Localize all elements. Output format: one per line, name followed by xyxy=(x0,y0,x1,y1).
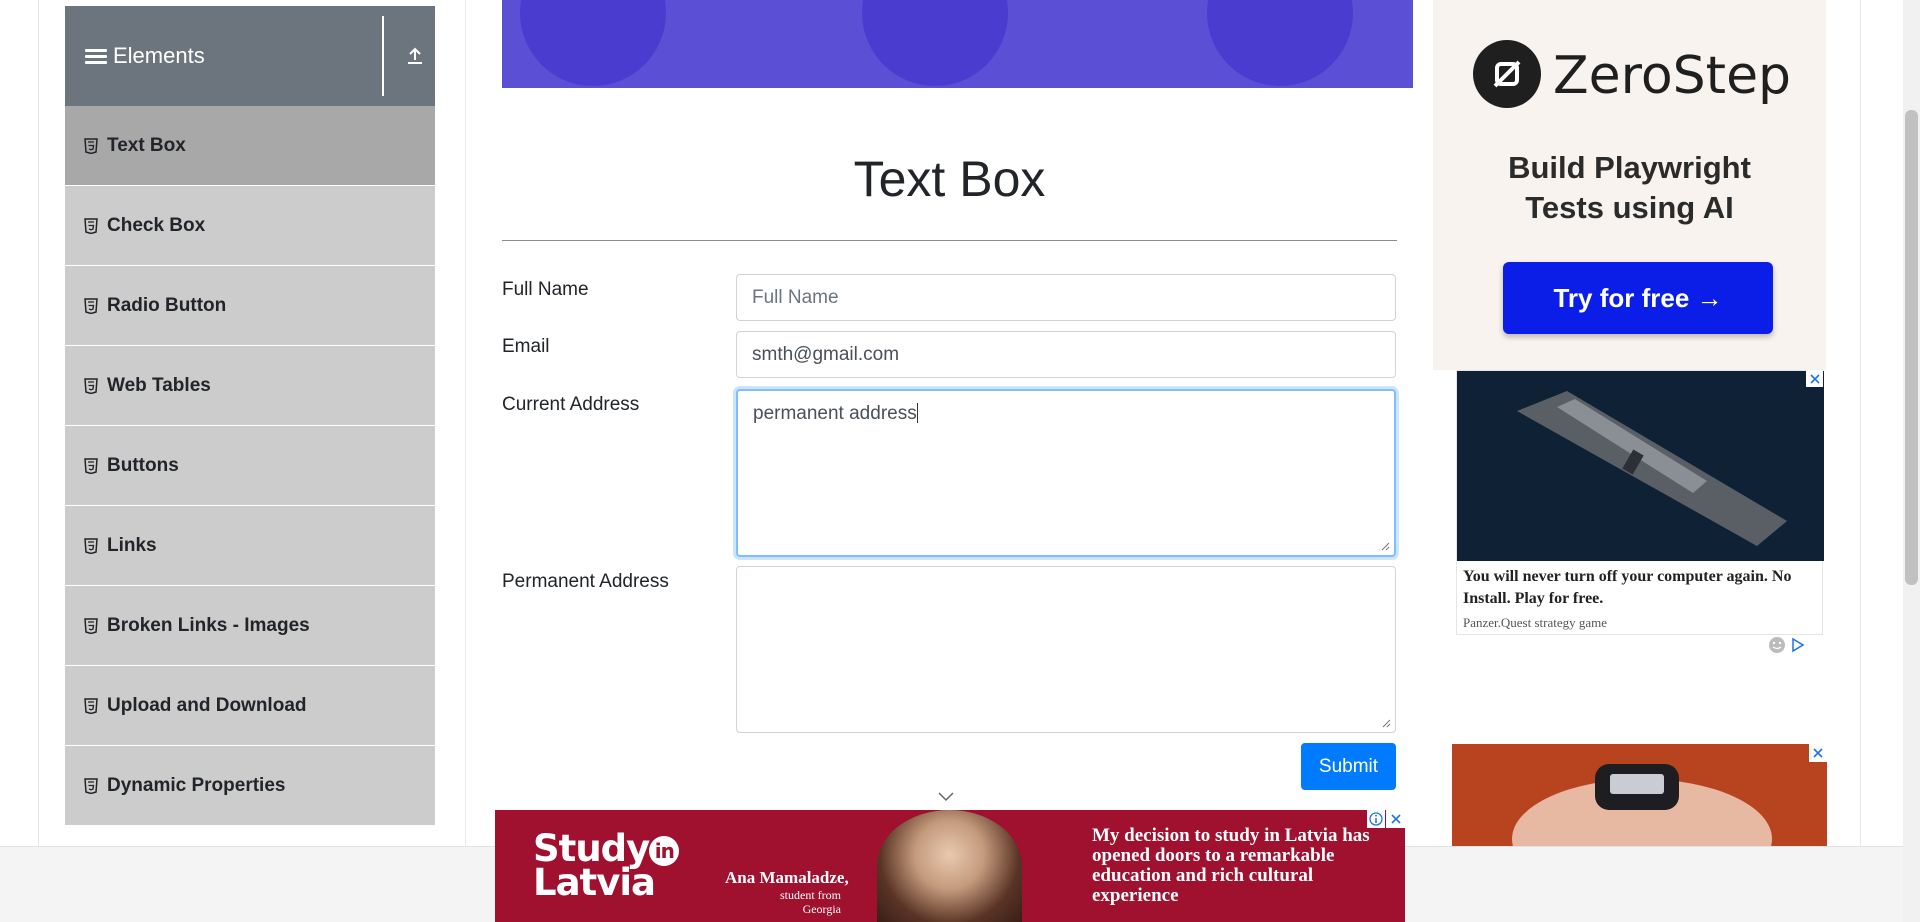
header-divider xyxy=(382,16,384,96)
email-input[interactable]: smth@gmail.com xyxy=(736,331,1396,378)
adchoices[interactable] xyxy=(1768,636,1806,654)
sidebar-item-links[interactable]: Links xyxy=(65,506,435,586)
carrier-image xyxy=(1457,371,1824,561)
panzer-ad[interactable]: You will never turn off your computer ag… xyxy=(1456,370,1824,635)
sidebar-item-check-box[interactable]: Check Box xyxy=(65,186,435,266)
current-address-textarea[interactable]: permanent address xyxy=(736,389,1396,557)
scrollbar-thumb[interactable] xyxy=(1905,110,1918,585)
elements-group-header[interactable]: Elements xyxy=(65,6,435,106)
close-icon[interactable] xyxy=(1806,370,1823,387)
permanent-address-textarea[interactable] xyxy=(736,566,1396,733)
info-icon[interactable] xyxy=(1367,810,1385,828)
smiley-icon xyxy=(1769,637,1785,653)
sidebar-item-label: Broken Links - Images xyxy=(107,614,310,636)
tagline-line-1: Build Playwright xyxy=(1508,150,1751,185)
sidebar-item-label: Check Box xyxy=(107,214,206,236)
sidebar-item-label: Radio Button xyxy=(107,294,227,316)
submit-button[interactable]: Submit xyxy=(1301,743,1396,790)
panzer-ad-text: You will never turn off your computer ag… xyxy=(1463,568,1792,607)
close-icon[interactable] xyxy=(1809,744,1827,762)
html5-icon xyxy=(83,777,99,795)
try-for-free-button[interactable]: Try for free → xyxy=(1503,262,1773,334)
zerostep-brand: ZeroStep xyxy=(1553,46,1792,106)
sidebar-item-label: Dynamic Properties xyxy=(107,774,286,796)
sidebar-item-text-box[interactable]: Text Box xyxy=(65,106,435,186)
html5-icon xyxy=(83,457,99,475)
sidebar-item-label: Upload and Download xyxy=(107,694,307,716)
full-name-label: Full Name xyxy=(502,279,589,300)
logo-latvia: Latvia xyxy=(533,861,656,904)
usb-ad[interactable] xyxy=(1452,744,1827,846)
study-in-latvia-logo: Study in Latvia xyxy=(533,830,680,904)
page-title: Text Box xyxy=(853,151,1046,207)
tagline-line-2: Tests using AI xyxy=(1525,190,1734,225)
collapse-button[interactable] xyxy=(395,6,435,106)
zerostep-logo-icon xyxy=(1473,40,1541,108)
student-role: student from Georgia xyxy=(780,888,841,916)
latvia-quote: My decision to study in Latvia has opene… xyxy=(1092,825,1370,906)
banner-circle xyxy=(520,0,666,86)
sidebar-item-buttons[interactable]: Buttons xyxy=(65,426,435,506)
sidebar-item-dynamic-properties[interactable]: Dynamic Properties xyxy=(65,746,435,826)
email-value: smth@gmail.com xyxy=(752,343,900,365)
group-title: Elements xyxy=(113,43,205,68)
current-address-label: Current Address xyxy=(502,394,640,415)
text-cursor xyxy=(916,403,918,423)
adchoices-icon xyxy=(1792,637,1805,653)
current-address-value: permanent address xyxy=(753,403,917,424)
column-divider xyxy=(465,0,466,846)
html5-icon xyxy=(83,377,99,395)
html5-icon xyxy=(83,537,99,555)
html5-icon xyxy=(83,137,99,155)
upload-arrow-icon xyxy=(408,47,422,64)
html5-icon xyxy=(83,697,99,715)
scrollbar[interactable] xyxy=(1903,0,1920,922)
student-name: Ana Mamaladze, xyxy=(725,868,849,887)
hamburger-icon xyxy=(85,46,107,67)
sidebar-item-radio-button[interactable]: Radio Button xyxy=(65,266,435,346)
html5-icon xyxy=(83,217,99,235)
sidebar-item-label: Buttons xyxy=(107,454,179,476)
title-divider xyxy=(502,240,1397,241)
top-banner[interactable] xyxy=(502,0,1413,88)
student-photo xyxy=(877,810,1022,922)
sidebar-item-label: Web Tables xyxy=(107,374,211,396)
sidebar-item-broken-links-images[interactable]: Broken Links - Images xyxy=(65,586,435,666)
zerostep-tagline: Build Playwright Tests using AI xyxy=(1433,148,1826,228)
resize-grip-icon[interactable] xyxy=(1381,718,1391,728)
sidebar-item-label: Links xyxy=(107,534,157,556)
banner-circle xyxy=(1207,0,1353,86)
chevron-down-icon[interactable] xyxy=(937,791,955,803)
study-in-latvia-ad[interactable]: Study in Latvia Ana Mamaladze, student fr… xyxy=(495,810,1405,922)
zerostep-ad[interactable]: ZeroStep Build Playwright Tests using AI… xyxy=(1433,0,1826,370)
banner-circle xyxy=(862,0,1008,86)
html5-icon xyxy=(83,297,99,315)
panzer-ad-source: Panzer.Quest strategy game xyxy=(1463,615,1608,630)
email-label: Email xyxy=(502,336,550,357)
sidebar-item-web-tables[interactable]: Web Tables xyxy=(65,346,435,426)
sidebar: Elements Text Box Check Box Radio Button… xyxy=(65,6,435,848)
sidebar-item-upload-and-download[interactable]: Upload and Download xyxy=(65,666,435,746)
full-name-input[interactable]: Full Name xyxy=(736,274,1396,321)
close-icon[interactable] xyxy=(1386,810,1405,828)
resize-grip-icon[interactable] xyxy=(1380,541,1390,551)
html5-icon xyxy=(83,617,99,635)
full-name-placeholder: Full Name xyxy=(752,286,839,308)
sidebar-item-label: Text Box xyxy=(107,134,186,156)
permanent-address-label: Permanent Address xyxy=(502,571,669,592)
